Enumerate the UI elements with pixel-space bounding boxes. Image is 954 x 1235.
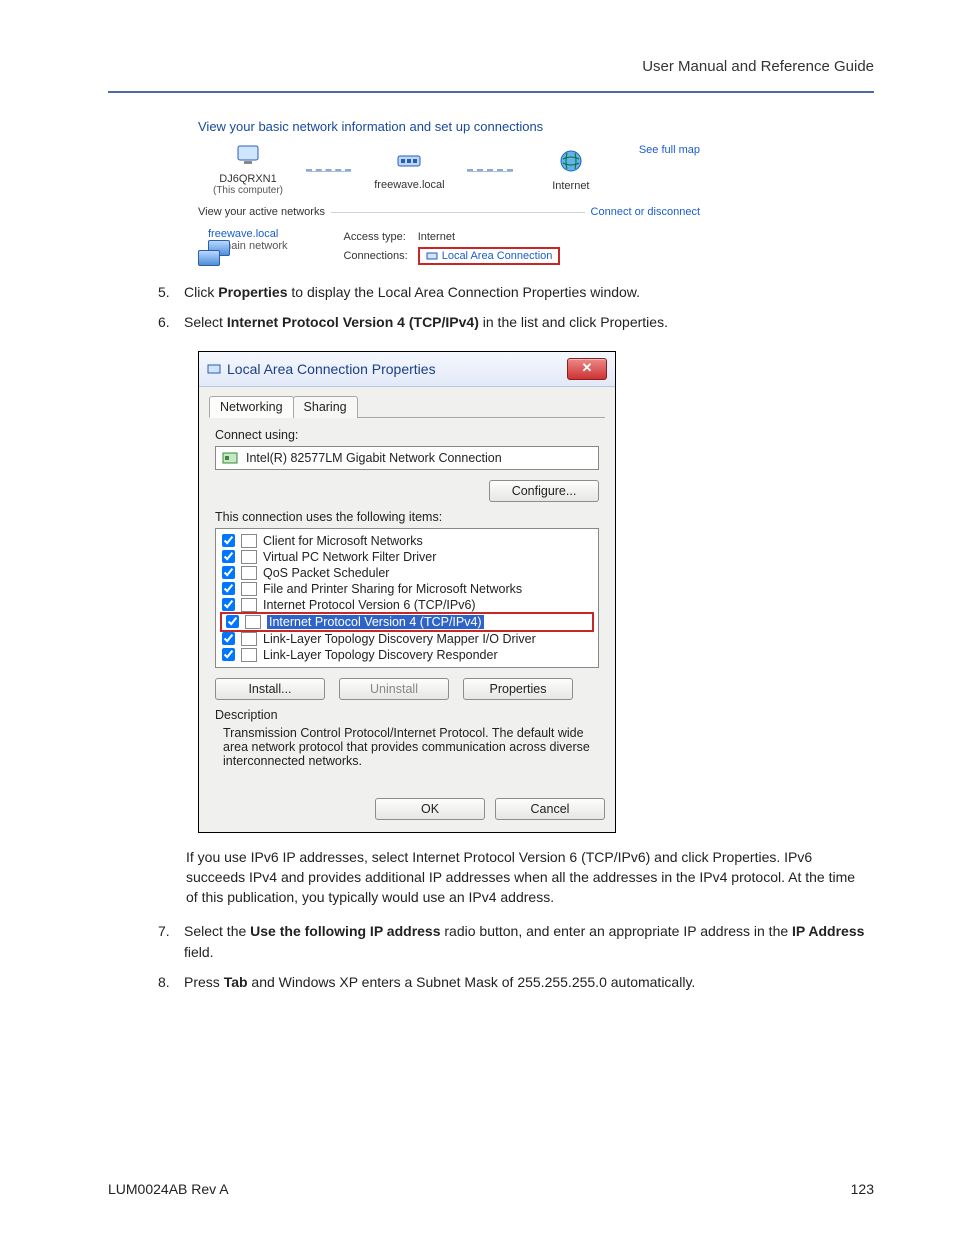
header-rule bbox=[108, 91, 874, 93]
list-item: Client for Microsoft Networks bbox=[218, 533, 596, 549]
service-icon bbox=[241, 566, 257, 580]
netmap-node-this-computer: DJ6QRXN1 (This computer) bbox=[198, 144, 298, 196]
lac-properties-dialog: Local Area Connection Properties ✕ Netwo… bbox=[198, 351, 616, 833]
protocol-icon bbox=[245, 615, 261, 629]
netmap-node1-sublabel: (This computer) bbox=[213, 185, 283, 196]
active-rule bbox=[331, 212, 585, 213]
list-item: Internet Protocol Version 6 (TCP/IPv6) bbox=[218, 597, 596, 613]
nic-icon bbox=[207, 362, 221, 376]
description-label: Description bbox=[215, 708, 599, 722]
see-full-map-link[interactable]: See full map bbox=[639, 144, 700, 156]
item-checkbox[interactable] bbox=[222, 648, 235, 661]
protocol-icon bbox=[241, 632, 257, 646]
properties-button[interactable]: Properties bbox=[463, 678, 573, 700]
active-network-name[interactable]: freewave.local bbox=[208, 228, 287, 240]
access-type-label: Access type: bbox=[339, 230, 411, 244]
adapter-name: Intel(R) 82577LM Gigabit Network Connect… bbox=[246, 451, 502, 465]
footer-page-number: 123 bbox=[851, 1181, 874, 1197]
connect-using-label: Connect using: bbox=[215, 428, 599, 442]
close-button[interactable]: ✕ bbox=[567, 358, 607, 380]
local-area-connection-link[interactable]: Local Area Connection bbox=[418, 247, 561, 265]
active-networks-label: View your active networks bbox=[198, 206, 325, 218]
network-map-figure: View your basic network information and … bbox=[198, 119, 700, 268]
uninstall-button[interactable]: Uninstall bbox=[339, 678, 449, 700]
netmap-node-internet: Internet bbox=[521, 149, 621, 192]
protocol-icon bbox=[241, 598, 257, 612]
configure-button[interactable]: Configure... bbox=[489, 480, 599, 502]
connections-label: Connections: bbox=[339, 246, 411, 266]
netmap-node2-label: freewave.local bbox=[374, 179, 444, 191]
client-icon bbox=[241, 534, 257, 548]
step-8: 8. Press Tab and Windows XP enters a Sub… bbox=[158, 972, 874, 992]
item-checkbox[interactable] bbox=[222, 534, 235, 547]
netmap-connector bbox=[467, 169, 512, 172]
list-item: Link-Layer Topology Discovery Mapper I/O… bbox=[218, 631, 596, 647]
ipv6-note: If you use IPv6 IP addresses, select Int… bbox=[186, 847, 870, 908]
service-icon bbox=[241, 582, 257, 596]
install-button[interactable]: Install... bbox=[215, 678, 325, 700]
netmap-node-gateway: freewave.local bbox=[359, 150, 459, 191]
dialog-title: Local Area Connection Properties bbox=[227, 361, 436, 377]
globe-icon bbox=[559, 149, 583, 176]
item-checkbox[interactable] bbox=[222, 566, 235, 579]
active-network-entry: freewave.local Domain network bbox=[198, 228, 287, 252]
list-item-ipv4-highlighted: Internet Protocol Version 4 (TCP/IPv4) bbox=[220, 612, 594, 632]
list-item: Link-Layer Topology Discovery Responder bbox=[218, 647, 596, 663]
adapter-icon bbox=[222, 451, 238, 465]
item-checkbox[interactable] bbox=[226, 615, 239, 628]
protocol-icon bbox=[241, 648, 257, 662]
step-6: 6. Select Internet Protocol Version 4 (T… bbox=[158, 312, 874, 332]
page-header-title: User Manual and Reference Guide bbox=[108, 58, 874, 75]
connect-disconnect-link[interactable]: Connect or disconnect bbox=[591, 206, 700, 218]
item-checkbox[interactable] bbox=[222, 632, 235, 645]
computer-icon bbox=[235, 144, 261, 169]
list-item: QoS Packet Scheduler bbox=[218, 565, 596, 581]
ok-button[interactable]: OK bbox=[375, 798, 485, 820]
access-type-value: Internet bbox=[414, 230, 565, 244]
list-item: File and Printer Sharing for Microsoft N… bbox=[218, 581, 596, 597]
cancel-button[interactable]: Cancel bbox=[495, 798, 605, 820]
netmap-node1-label: DJ6QRXN1 bbox=[219, 173, 276, 185]
switch-icon bbox=[396, 150, 422, 175]
items-list-label: This connection uses the following items… bbox=[215, 510, 599, 524]
item-checkbox[interactable] bbox=[222, 598, 235, 611]
item-checkbox[interactable] bbox=[222, 582, 235, 595]
item-checkbox[interactable] bbox=[222, 550, 235, 563]
adapter-field: Intel(R) 82577LM Gigabit Network Connect… bbox=[215, 446, 599, 470]
network-items-list[interactable]: Client for Microsoft Networks Virtual PC… bbox=[215, 528, 599, 668]
tab-sharing[interactable]: Sharing bbox=[293, 396, 358, 418]
service-icon bbox=[241, 550, 257, 564]
nic-icon bbox=[426, 250, 438, 262]
footer-doc-id: LUM0024AB Rev A bbox=[108, 1181, 229, 1197]
description-text: Transmission Control Protocol/Internet P… bbox=[215, 724, 599, 770]
list-item: Virtual PC Network Filter Driver bbox=[218, 549, 596, 565]
lac-link-text: Local Area Connection bbox=[442, 250, 553, 262]
netmap-title: View your basic network information and … bbox=[198, 119, 700, 134]
tab-networking[interactable]: Networking bbox=[209, 396, 294, 418]
netmap-node3-label: Internet bbox=[552, 180, 589, 192]
step-5: 5. Click Properties to display the Local… bbox=[158, 282, 874, 302]
netmap-connector bbox=[306, 169, 351, 172]
step-7: 7. Select the Use the following IP addre… bbox=[158, 921, 874, 962]
